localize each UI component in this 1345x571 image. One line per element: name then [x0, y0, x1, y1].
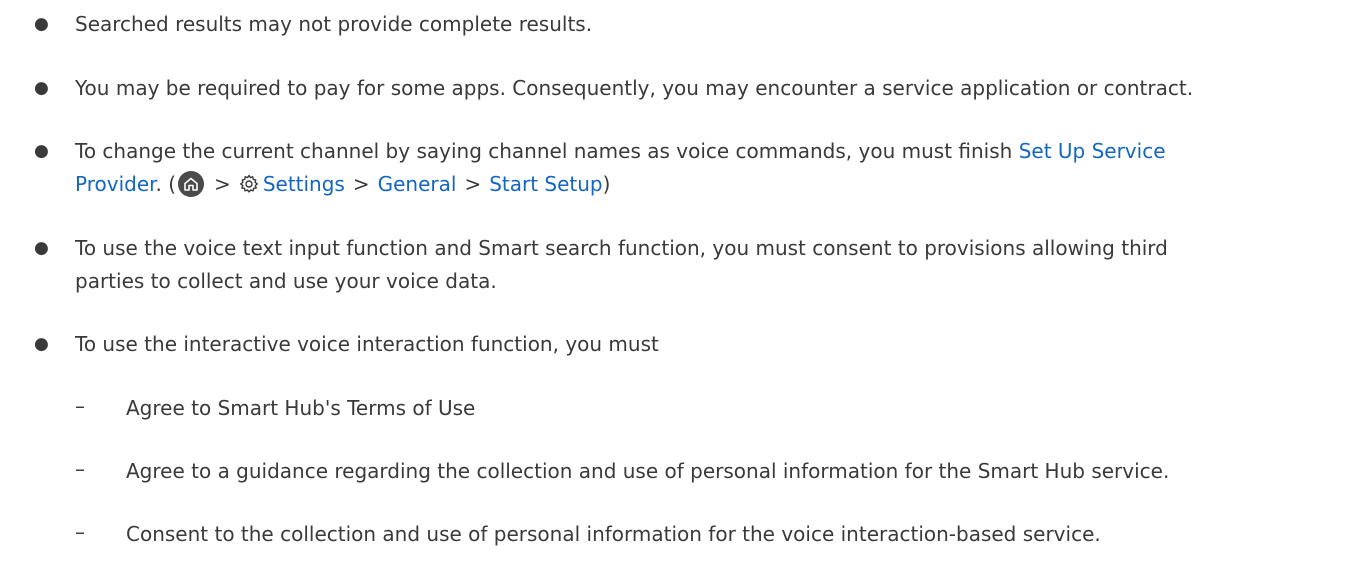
sub-item-text: Consent to the collection and use of per…: [126, 522, 1101, 546]
set-up-service-provider-link-cont[interactable]: Provider: [75, 172, 156, 196]
bullet-marker: ●: [34, 238, 49, 258]
settings-gear-icon: [239, 170, 259, 204]
set-up-service-provider-link[interactable]: Set Up Service: [1019, 139, 1166, 163]
chevron-right-icon: >: [464, 172, 482, 196]
bullet-text: To use the interactive voice interaction…: [75, 332, 659, 356]
bullet-text: To use the voice text input function and…: [75, 236, 1168, 260]
bullet-text: To change the current channel by saying …: [75, 134, 1330, 168]
settings-link[interactable]: Settings: [263, 172, 345, 196]
start-setup-link[interactable]: Start Setup: [489, 172, 602, 196]
bullet-text-prefix: To change the current channel by saying …: [75, 139, 1019, 163]
bullet-marker: ●: [34, 141, 49, 161]
bullet-marker: ●: [34, 334, 49, 354]
paren-close: ): [602, 172, 611, 196]
bullet-text-line2: parties to collect and use your voice da…: [75, 269, 497, 293]
bullet-marker: ●: [34, 78, 49, 98]
bullet-marker: ●: [34, 14, 49, 34]
home-icon[interactable]: [178, 171, 205, 197]
paren-open: . (: [155, 172, 177, 196]
chevron-right-icon: >: [352, 172, 370, 196]
dash-marker: –: [75, 520, 85, 544]
sub-item-text: Agree to Smart Hub's Terms of Use: [126, 396, 476, 420]
bullet-text: You may be required to pay for some apps…: [75, 76, 1194, 100]
bullet-text: Searched results may not provide complet…: [75, 12, 593, 36]
dash-marker: –: [75, 457, 85, 481]
dash-marker: –: [75, 394, 85, 418]
chevron-right-icon: >: [214, 172, 231, 196]
general-link[interactable]: General: [378, 172, 457, 196]
bullet-text-line2: Provider. ( > Settings > General > Start Setup…: [75, 167, 1330, 204]
sub-item-text: Agree to a guidance regarding the collec…: [126, 459, 1170, 483]
